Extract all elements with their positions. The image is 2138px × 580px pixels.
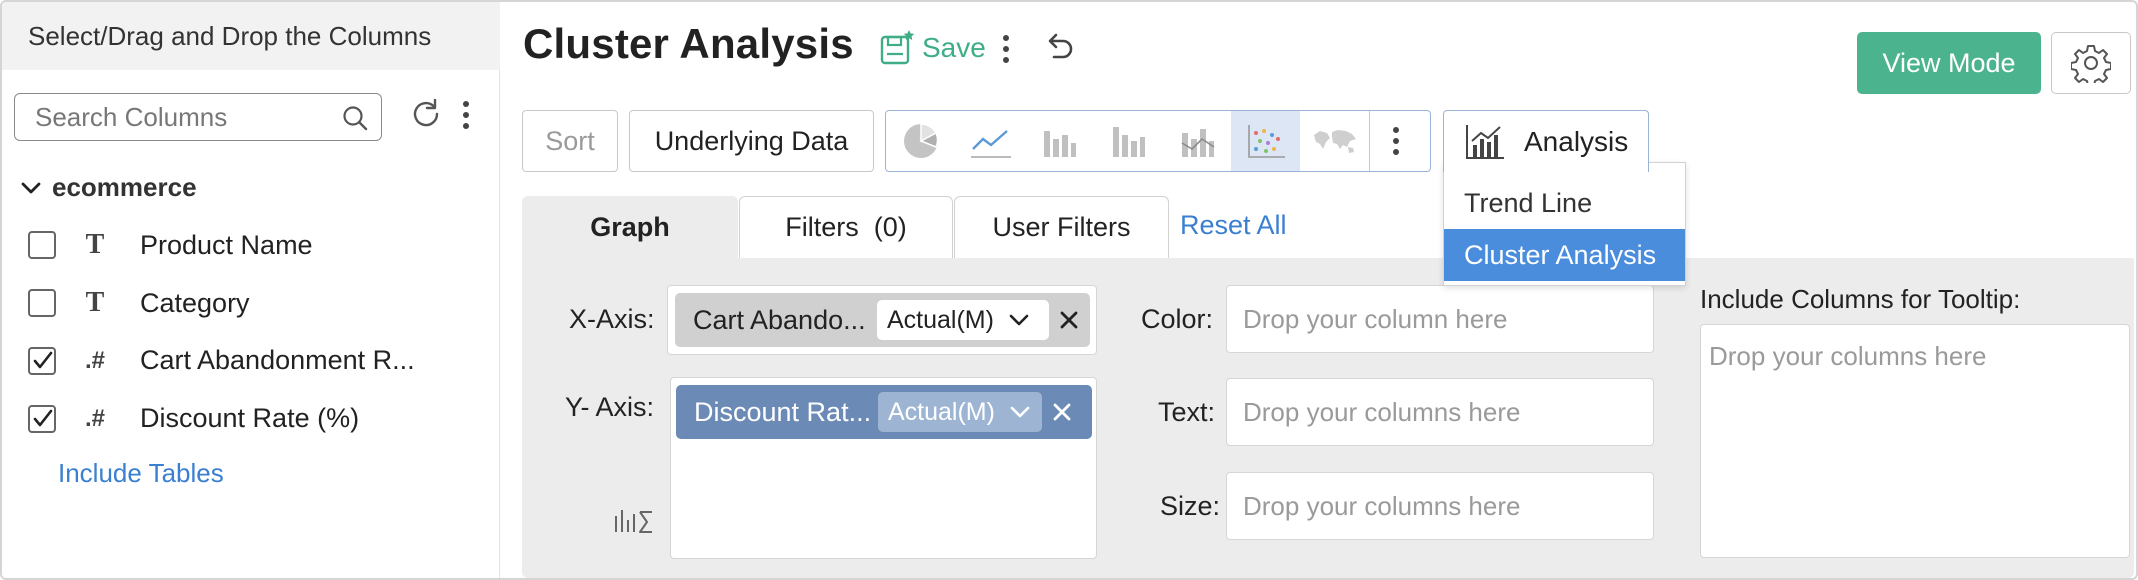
color-drop-zone[interactable]: Drop your column here	[1226, 285, 1654, 353]
sort-button[interactable]: Sort	[522, 110, 618, 172]
scatter-chart-icon[interactable]	[1231, 111, 1300, 171]
menu-item-trend-line[interactable]: Trend Line	[1444, 177, 1685, 229]
analysis-button[interactable]: Analysis	[1443, 110, 1649, 172]
bar-chart-icon[interactable]	[1024, 111, 1093, 171]
tab-filters-label: Filters	[785, 212, 859, 242]
column-checkbox[interactable]	[28, 231, 56, 259]
table-name: ecommerce	[52, 172, 197, 202]
analysis-label: Analysis	[1524, 125, 1629, 157]
y-axis-aggregation-select[interactable]: Actual(M)	[878, 392, 1042, 432]
columns-more-icon[interactable]	[460, 101, 472, 129]
text-type-icon: T	[85, 229, 105, 260]
column-checkbox[interactable]	[28, 346, 56, 375]
remove-x-axis-icon[interactable]	[1059, 310, 1079, 330]
color-label: Color:	[1141, 304, 1214, 334]
column-item-product-name[interactable]: T Product Name	[28, 229, 313, 261]
column-item-category[interactable]: T Category	[28, 287, 250, 319]
save-icon	[880, 30, 915, 65]
chart-more-button[interactable]	[1369, 111, 1421, 171]
analysis-chart-icon	[1466, 124, 1504, 159]
pie-chart-icon[interactable]	[886, 111, 955, 171]
tooltip-drop-zone[interactable]: Drop your columns here	[1700, 324, 2130, 558]
refresh-icon[interactable]	[408, 96, 444, 132]
chevron-down-icon	[1010, 406, 1030, 418]
chevron-down-icon	[21, 182, 41, 193]
line-chart-icon[interactable]	[955, 111, 1024, 171]
checkmark-icon	[33, 351, 53, 368]
menu-item-cluster-analysis[interactable]: Cluster Analysis	[1444, 229, 1685, 281]
save-button[interactable]: Save	[878, 28, 986, 68]
search-columns-input[interactable]: Search Columns	[14, 93, 382, 141]
text-label: Text:	[1158, 397, 1216, 427]
size-label: Size:	[1160, 491, 1221, 521]
tooltip-columns-label: Include Columns for Tooltip:	[1700, 284, 2021, 314]
app-window: Select/Drag and Drop the Columns Search …	[0, 0, 2138, 580]
include-tables-link[interactable]: Include Tables	[58, 458, 224, 489]
filters-count: (0)	[873, 212, 907, 242]
search-icon	[343, 106, 368, 131]
column-checkbox[interactable]	[28, 289, 56, 317]
number-type-icon: .#	[84, 346, 105, 374]
analysis-menu: Trend Line Cluster Analysis	[1443, 162, 1686, 286]
columns-panel-header: Select/Drag and Drop the Columns	[2, 2, 500, 70]
page-title: Cluster Analysis	[523, 20, 854, 67]
remove-y-axis-icon[interactable]	[1052, 402, 1072, 422]
y-axis-column-pill[interactable]: Discount Rat... Actual(M)	[676, 385, 1092, 439]
column-item-discount-rate[interactable]: .# Discount Rate (%)	[28, 403, 359, 434]
tab-user-filters[interactable]: User Filters	[954, 196, 1169, 258]
tab-graph[interactable]: Graph	[522, 196, 738, 258]
aggregate-sigma-icon[interactable]	[612, 504, 656, 534]
chart-type-selector	[885, 110, 1431, 172]
x-axis-column-pill[interactable]: Cart Abando... Actual(M)	[675, 293, 1090, 347]
column-checkbox[interactable]	[28, 404, 56, 433]
chevron-down-icon	[1009, 314, 1029, 326]
text-drop-zone[interactable]: Drop your columns here	[1226, 378, 1654, 446]
column-label: Product Name	[140, 229, 313, 260]
size-drop-zone[interactable]: Drop your columns here	[1226, 472, 1654, 540]
number-type-icon: .#	[84, 404, 105, 432]
stacked-bar-chart-icon[interactable]	[1093, 111, 1162, 171]
x-axis-label: X-Axis:	[569, 304, 655, 334]
undo-icon[interactable]	[1042, 32, 1076, 66]
x-axis-column-name: Cart Abando...	[693, 304, 866, 335]
column-item-cart-abandonment[interactable]: .# Cart Abandonment R...	[28, 345, 415, 376]
y-axis-column-name: Discount Rat...	[694, 396, 872, 427]
more-options-icon[interactable]	[1000, 35, 1012, 63]
reset-all-link[interactable]: Reset All	[1180, 210, 1287, 241]
table-node-ecommerce[interactable]: ecommerce	[20, 172, 197, 203]
checkmark-icon	[33, 409, 53, 426]
y-axis-label: Y- Axis:	[565, 392, 655, 422]
y-axis-aggregation-value: Actual(M)	[888, 397, 995, 426]
settings-button[interactable]	[2051, 32, 2131, 94]
combo-chart-icon[interactable]	[1162, 111, 1231, 171]
columns-panel: Select/Drag and Drop the Columns Search …	[2, 2, 500, 578]
tab-filters[interactable]: Filters (0)	[739, 196, 953, 258]
gear-icon	[2071, 45, 2111, 83]
column-label: Cart Abandonment R...	[140, 345, 415, 375]
world-map-icon[interactable]	[1300, 111, 1369, 171]
view-mode-button[interactable]: View Mode	[1857, 32, 2041, 94]
column-label: Discount Rate (%)	[140, 403, 360, 433]
underlying-data-button[interactable]: Underlying Data	[629, 110, 874, 172]
x-axis-aggregation-value: Actual(M)	[887, 305, 994, 334]
save-label: Save	[922, 32, 986, 63]
x-axis-aggregation-select[interactable]: Actual(M)	[877, 300, 1049, 340]
text-type-icon: T	[85, 287, 105, 318]
column-label: Category	[140, 287, 250, 318]
chart-more-icon	[1390, 127, 1402, 155]
